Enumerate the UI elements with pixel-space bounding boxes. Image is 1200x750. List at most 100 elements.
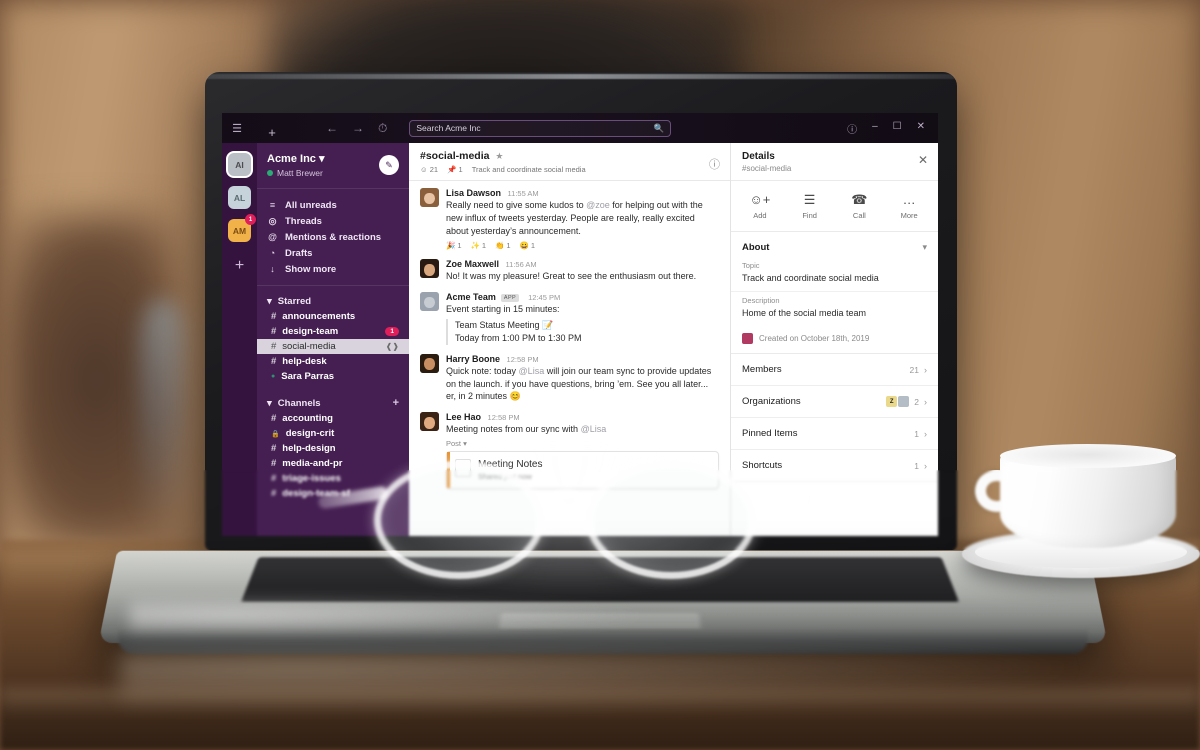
message-author[interactable]: Harry Boone [446, 354, 500, 364]
unreads-icon: ≡ [269, 200, 276, 210]
avatar-face [420, 353, 439, 373]
sidebar-item-all-unreads[interactable]: ≡ All unreads [257, 197, 409, 213]
details-row-count: 1 [914, 428, 919, 439]
plus-icon[interactable]: + [235, 257, 244, 275]
more-horizontal-icon: … [902, 192, 916, 207]
avatar[interactable] [420, 353, 439, 373]
chevron-down-icon[interactable]: ▾ [922, 242, 927, 253]
reaction[interactable]: 😀 1 [520, 241, 536, 250]
maximize-icon[interactable]: ☐ [893, 121, 902, 136]
drafts-icon: ◔ [269, 248, 276, 258]
channel-title[interactable]: #social-media ★ [420, 150, 719, 162]
avatar-face [420, 292, 439, 312]
avatar[interactable] [420, 292, 439, 312]
reaction[interactable]: 🎉 1 [446, 241, 462, 250]
details-action-more[interactable]: … More [884, 192, 934, 221]
help-circle-icon[interactable]: ⓘ [847, 121, 857, 136]
topic-value: Track and coordinate social media [742, 273, 879, 284]
close-icon[interactable]: ✕ [917, 121, 925, 136]
sidebar-item-design-team[interactable]: # design-team 1 [257, 324, 409, 339]
avatar[interactable] [420, 412, 439, 432]
details-action-call[interactable]: ☎ Call [835, 192, 885, 220]
arrow-right-icon[interactable]: → [352, 121, 364, 136]
workspace-ai[interactable]: AI [228, 153, 251, 176]
star-icon[interactable]: ★ [495, 151, 503, 161]
description-field[interactable]: Description Home of the social media tea… [731, 292, 938, 326]
sidebar-item-mentions-amp-reactions[interactable]: @ Mentions & reactions [257, 229, 409, 245]
reaction-emoji: 🎉 [446, 241, 456, 251]
chevron-down-icon: ↓ [270, 264, 275, 274]
channels-section-header[interactable]: ▾ Channels + [257, 395, 409, 411]
sidebar-item-social-media[interactable]: # social-media ❰❱ [257, 339, 409, 354]
avatar[interactable] [420, 188, 439, 207]
close-icon[interactable]: ✕ [918, 153, 928, 167]
workspace-al[interactable]: AL [228, 186, 251, 209]
mention[interactable]: @Lisa [581, 424, 607, 434]
message-author[interactable]: Acme Team [446, 292, 496, 302]
details-row-organizations[interactable]: Organizations Z 2 › [731, 386, 938, 419]
reaction[interactable]: ✨ 1 [471, 241, 487, 250]
avatar-face [420, 412, 439, 432]
workspace-header[interactable]: Acme Inc ▾ Matt Brewer ✎ [257, 143, 409, 189]
topic-field[interactable]: Topic Track and coordinate social media [731, 257, 938, 293]
post-label[interactable]: Post ▾ [446, 439, 719, 448]
channel-name-text: #social-media [420, 150, 490, 162]
sidebar-item-sara-parras[interactable]: ● Sara Parras [257, 369, 409, 384]
details-action-find[interactable]: ☰ Find [785, 192, 835, 221]
sidebar-item-accounting[interactable]: # accounting [257, 411, 409, 426]
sidebar-item-threads[interactable]: ◎ Threads [257, 213, 409, 229]
compose-icon[interactable]: ✎ [379, 155, 399, 175]
hash-icon: # [271, 356, 277, 367]
details-subtitle: #social-media [742, 164, 792, 173]
sidebar-item-design-crit[interactable]: 🔒 design-crit [257, 426, 409, 441]
org-avatar [898, 396, 910, 408]
reaction[interactable]: 👏 1 [495, 241, 511, 250]
starred-section-header[interactable]: ▾ Starred [257, 294, 409, 309]
pins-count[interactable]: 📌 1 [447, 165, 463, 174]
channel-meta: ☺ 21 📌 1 Track and coordinate social med… [420, 165, 719, 174]
avatar-skin [424, 416, 435, 429]
threads-icon: ◎ [268, 215, 277, 226]
details-row-pinned-items[interactable]: Pinned Items 1 › [731, 418, 938, 451]
avatar-skin [424, 296, 435, 309]
drag-handle-icon[interactable]: ❰❱ [386, 342, 399, 351]
channel-name: help-desk [282, 356, 327, 367]
message-author[interactable]: Zoe Maxwell [446, 259, 499, 269]
minimize-icon[interactable]: – [872, 121, 878, 136]
sidebar-item-show-more[interactable]: ↓ Show more [257, 261, 409, 277]
sidebar-item-drafts[interactable]: ◔ Drafts [257, 245, 409, 261]
clock-icon[interactable]: ⏱ [378, 121, 387, 136]
channel-topic[interactable]: Track and coordinate social media [472, 165, 586, 174]
plus-icon[interactable]: + [252, 117, 292, 140]
details-row-members[interactable]: Members 21 › [731, 354, 938, 387]
message-author[interactable]: Lee Hao [446, 412, 481, 422]
eyeglasses [317, 455, 819, 585]
arrow-left-icon[interactable]: ← [326, 121, 338, 136]
window-controls: ⓘ – ☐ ✕ [847, 121, 938, 136]
workspace-am[interactable]: AM 1 [228, 214, 256, 242]
avatar[interactable] [420, 259, 439, 279]
details-action-add[interactable]: ☺+ Add [735, 192, 785, 220]
details-action-label: Find [802, 211, 817, 221]
laptop-base-gloss [130, 596, 650, 636]
sidebar-item-announcements[interactable]: # announcements [257, 309, 409, 324]
about-header[interactable]: About ▾ [731, 232, 938, 257]
info-circle-icon[interactable]: ⓘ [709, 156, 720, 172]
channel-name: media-and-pr [282, 458, 343, 469]
message-time: 11:56 AM [505, 260, 537, 270]
plus-icon[interactable]: + [393, 397, 399, 409]
mention[interactable]: @zoe [586, 200, 610, 210]
details-action-label: More [900, 211, 918, 221]
message-body: Acme Team APP 12:45 PM Event starting in… [446, 292, 719, 345]
created-text: Created on October 18th, 2019 [759, 334, 870, 344]
members-count[interactable]: ☺ 21 [420, 165, 438, 174]
workspace-initials: AL [233, 192, 246, 203]
event-quote: Team Status Meeting 📝 Today from 1:00 PM … [446, 318, 719, 345]
chevron-down-icon: ▾ [267, 296, 272, 307]
sidebar-item-help-desk[interactable]: # help-desk [257, 354, 409, 369]
mention[interactable]: @Lisa [519, 366, 545, 376]
message-author[interactable]: Lisa Dawson [446, 188, 501, 198]
details-header: Details #social-media ✕ [731, 143, 938, 181]
hamburger-icon[interactable]: ☰ [222, 122, 252, 135]
search-input[interactable]: Search Acme Inc 🔍 [409, 119, 672, 137]
